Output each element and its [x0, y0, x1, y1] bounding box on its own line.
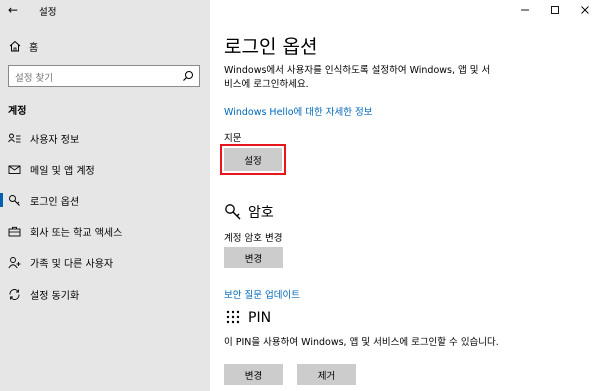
close-button[interactable] — [570, 0, 600, 20]
password-heading-text: 암호 — [248, 205, 274, 221]
title-bar: ← 설정 — [0, 0, 210, 22]
sidebar-item-label: 로그인 옵션 — [30, 196, 80, 208]
page-title: 로그인 옵션 — [224, 36, 318, 58]
sidebar-item-email-accounts[interactable]: 메일 및 앱 계정 — [0, 158, 210, 180]
sidebar-item-label: 설정 동기화 — [30, 290, 80, 302]
home-nav[interactable]: 홈 — [8, 38, 38, 54]
sync-icon — [9, 288, 20, 300]
change-password-label: 계정 암호 변경 — [224, 233, 283, 244]
main-content: 로그인 옵션 Windows에서 사용자를 인식하도록 설정하여 Windows… — [210, 0, 600, 391]
sidebar-item-label: 가족 및 다른 사용자 — [30, 258, 114, 270]
minimize-button[interactable] — [510, 0, 540, 20]
fingerprint-label: 지문 — [224, 133, 242, 144]
pin-heading: PIN — [224, 309, 271, 327]
key-icon — [225, 204, 241, 220]
section-title-accounts: 계정 — [8, 106, 27, 117]
selection-indicator — [0, 193, 3, 207]
security-questions-link[interactable]: 보안 질문 업데이트 — [224, 287, 300, 301]
sidebar-item-label: 회사 또는 학교 액세스 — [30, 227, 123, 239]
user-info-icon — [8, 133, 21, 142]
sidebar-item-work-school-access[interactable]: 회사 또는 학교 액세스 — [0, 220, 210, 242]
settings-search-box[interactable] — [8, 65, 200, 89]
sidebar-item-label: 메일 및 앱 계정 — [30, 165, 95, 177]
maximize-button[interactable] — [540, 0, 570, 20]
description-line-2: 비스에 로그인하세요. — [224, 79, 309, 90]
briefcase-icon — [8, 226, 21, 236]
pin-change-button[interactable]: 변경 — [224, 364, 283, 385]
sidebar-item-sign-in-options[interactable]: 로그인 옵션 — [0, 189, 210, 211]
person-add-icon — [8, 256, 21, 268]
maximize-icon — [551, 6, 559, 14]
change-password-button[interactable]: 변경 — [224, 247, 283, 268]
pin-description: 이 PIN을 사용하여 Windows, 앱 및 서비스에 로그인할 수 있습니… — [224, 337, 499, 348]
pin-remove-button[interactable]: 제거 — [297, 364, 356, 385]
windows-hello-info-link[interactable]: Windows Hello에 대한 자세한 정보 — [224, 104, 373, 118]
pin-keypad-icon — [226, 310, 240, 324]
sidebar-item-label: 사용자 정보 — [30, 134, 80, 146]
sidebar-item-user-info[interactable]: 사용자 정보 — [0, 127, 210, 149]
page-description: Windows에서 사용자를 인식하도록 설정하여 Windows, 앱 및 서… — [224, 64, 524, 92]
description-line-1: Windows에서 사용자를 인식하도록 설정하여 Windows, 앱 및 서 — [224, 65, 491, 76]
key-icon — [9, 194, 20, 206]
home-label: 홈 — [29, 42, 39, 54]
password-heading: 암호 — [224, 202, 274, 222]
search-icon[interactable] — [182, 70, 194, 82]
window-controls — [510, 0, 600, 20]
back-arrow-icon[interactable]: ← — [8, 3, 18, 17]
sidebar-item-sync-settings[interactable]: 설정 동기화 — [0, 283, 210, 305]
mail-icon — [8, 165, 21, 174]
sidebar-item-family-other-users[interactable]: 가족 및 다른 사용자 — [0, 251, 210, 273]
close-icon — [581, 6, 589, 14]
pin-heading-text: PIN — [248, 310, 272, 326]
search-input[interactable] — [9, 68, 180, 89]
minimize-icon — [521, 9, 529, 11]
sidebar: ← 설정 홈 계정 사용자 정보 메일 및 앱 계정 — [0, 0, 210, 391]
app-title: 설정 — [39, 7, 57, 18]
fingerprint-setup-button[interactable]: 설정 — [224, 148, 282, 171]
home-icon — [9, 40, 21, 52]
